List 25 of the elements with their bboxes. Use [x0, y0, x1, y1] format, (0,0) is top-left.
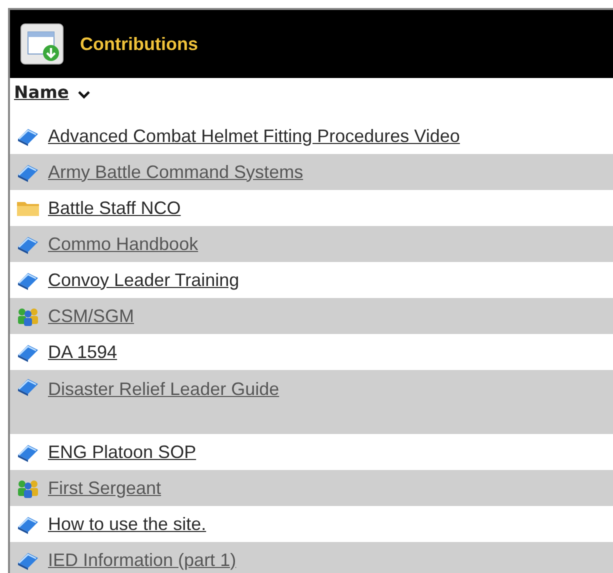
panel-title: Contributions — [80, 32, 198, 56]
people-icon — [16, 306, 40, 326]
item-link[interactable]: Convoy Leader Training — [48, 266, 240, 294]
book-icon — [16, 234, 40, 254]
item-link[interactable]: DA 1594 — [48, 338, 118, 366]
item-link[interactable]: Commo Handbook — [48, 230, 198, 258]
book-icon — [16, 442, 40, 462]
item-link[interactable]: Battle Staff NCO — [48, 194, 181, 222]
item-link[interactable]: First Sergeant — [48, 474, 162, 502]
item-link[interactable]: How to use the site. — [48, 510, 206, 538]
book-icon — [16, 126, 40, 146]
item-link[interactable]: ENG Platoon SOP — [48, 438, 196, 466]
sort-chevron-icon[interactable] — [76, 88, 91, 100]
people-icon — [16, 478, 40, 498]
window-download-icon — [20, 23, 64, 65]
book-icon — [16, 270, 40, 290]
book-icon — [16, 550, 40, 570]
book-icon — [16, 376, 40, 396]
book-icon — [16, 342, 40, 362]
item-link[interactable]: CSM/SGM — [48, 302, 134, 330]
item-link[interactable]: Disaster Relief Leader Guide — [48, 376, 280, 403]
item-link[interactable]: Advanced Combat Helmet Fitting Procedures Video — [48, 122, 460, 150]
book-icon — [16, 514, 40, 534]
column-header-link[interactable]: Name — [14, 81, 69, 107]
book-icon — [16, 162, 40, 182]
